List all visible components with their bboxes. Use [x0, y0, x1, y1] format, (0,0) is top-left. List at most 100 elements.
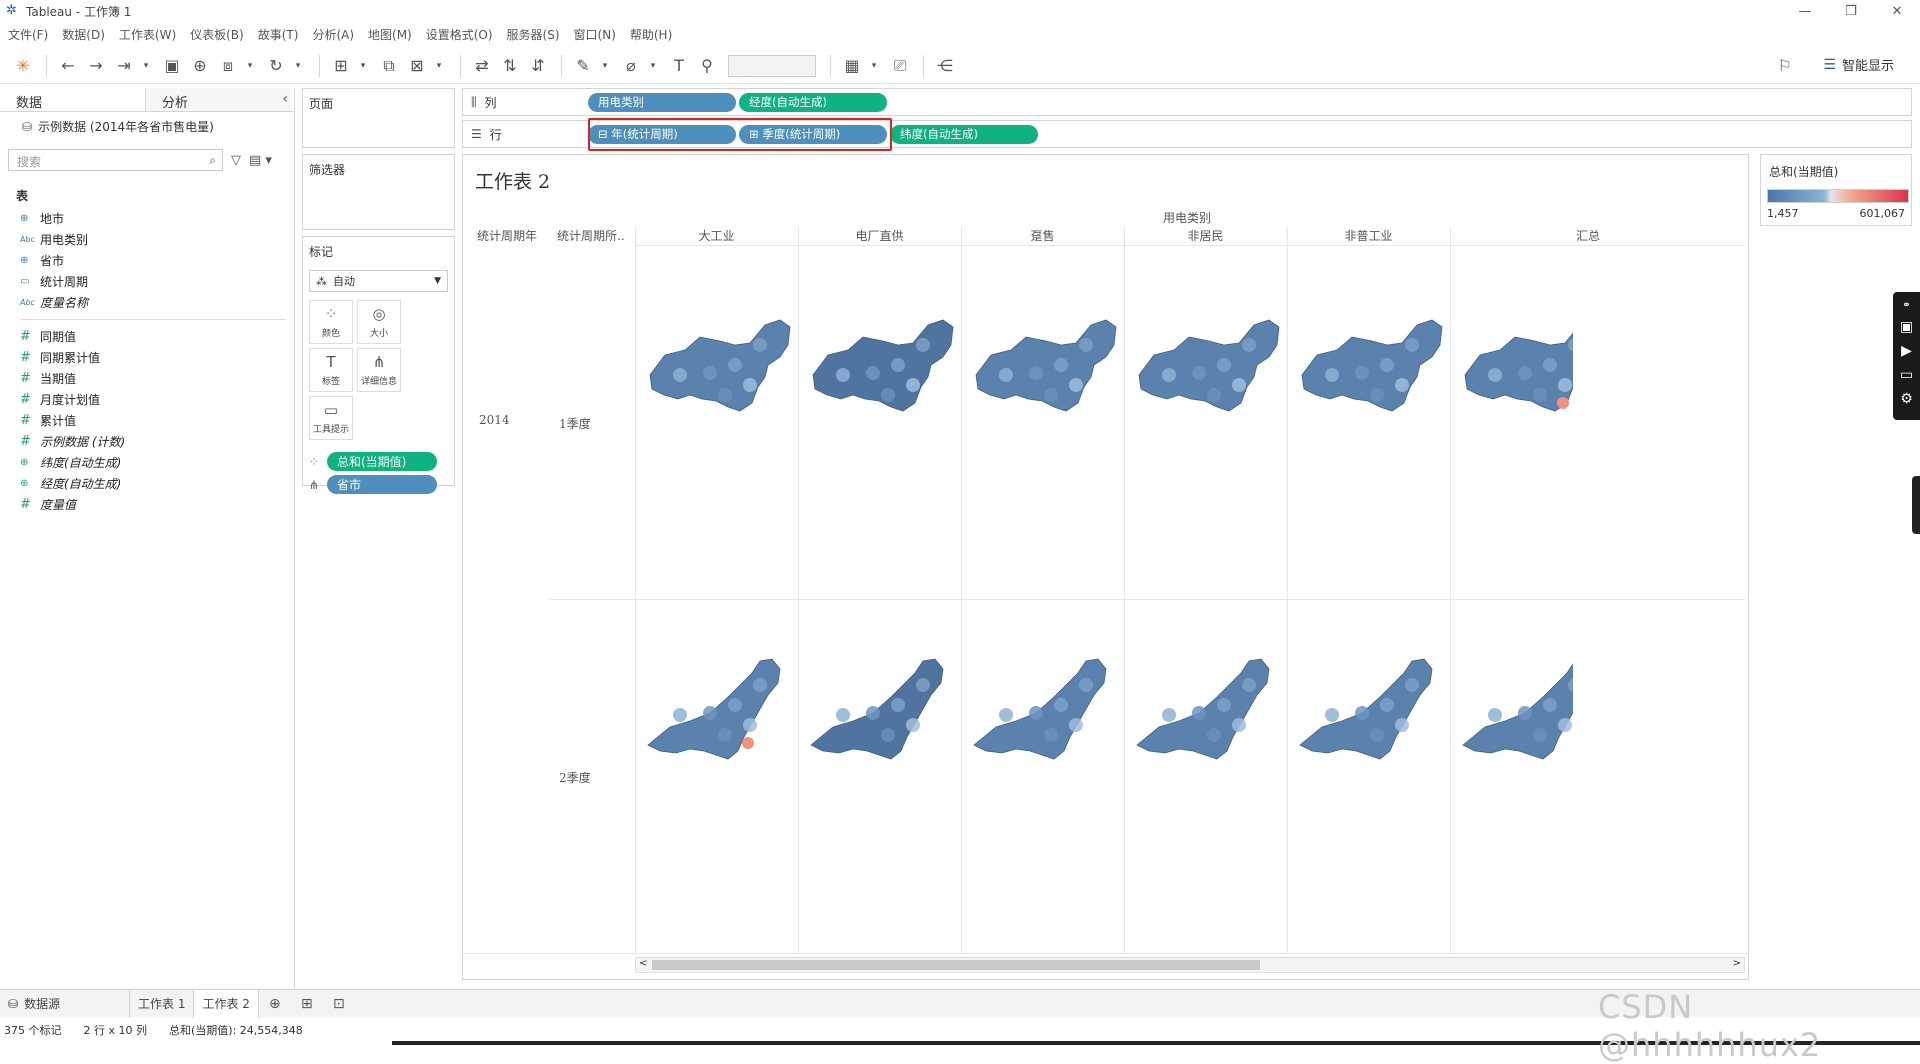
smart-show-button[interactable]: ☰ 智能显示: [1823, 55, 1894, 75]
tab-sheet-1[interactable]: 工作表 1: [130, 989, 195, 1018]
duplicate-sheet-icon[interactable]: ⧉: [376, 53, 402, 79]
datasource-item[interactable]: ⛁ 示例数据 (2014年各省市售电量): [0, 112, 294, 141]
mark-button-label[interactable]: T 标签: [309, 348, 353, 392]
fit-select[interactable]: [728, 54, 816, 77]
highlight-icon[interactable]: ✎: [570, 53, 596, 79]
field-item[interactable]: ⊕ 纬度(自动生成): [0, 452, 294, 473]
datasource-dropdown-icon[interactable]: ▾: [243, 53, 257, 79]
menu-item-3[interactable]: 仪表板(B): [190, 26, 244, 43]
column-header[interactable]: 非普工业: [1269, 227, 1469, 244]
map-cell[interactable]: [1292, 315, 1452, 438]
menu-item-2[interactable]: 工作表(W): [119, 26, 176, 43]
refresh-dropdown-icon[interactable]: ▾: [291, 53, 305, 79]
map-cell[interactable]: [640, 655, 800, 778]
field-item[interactable]: # 当期值: [0, 368, 294, 389]
field-item[interactable]: Abc 用电类别: [0, 229, 294, 250]
shelf-pill[interactable]: 纬度(自动生成): [890, 124, 1038, 144]
menu-item-6[interactable]: 地图(M): [368, 26, 412, 43]
show-hide-cards-icon[interactable]: ▦: [839, 53, 865, 79]
collapse-pane-icon[interactable]: ‹: [282, 91, 288, 107]
new-story-icon[interactable]: ⊡: [323, 996, 355, 1012]
filter-icon[interactable]: ▽: [231, 153, 241, 168]
pause-updates-icon[interactable]: ⧈: [215, 53, 241, 79]
color-legend[interactable]: 总和(当期值) 1,457 601,067: [1760, 154, 1912, 226]
map-cell[interactable]: [1455, 315, 1573, 438]
field-item[interactable]: # 同期值: [0, 326, 294, 347]
map-cell[interactable]: [803, 315, 963, 438]
mark-button-detail[interactable]: ⋔ 详细信息: [357, 348, 401, 392]
row-header-year[interactable]: 统计周期年: [477, 227, 537, 244]
menu-item-9[interactable]: 窗口(N): [574, 26, 616, 43]
map-cell[interactable]: [1129, 315, 1289, 438]
share-icon[interactable]: ⋲: [932, 53, 958, 79]
columns-shelf[interactable]: ⫼ 列 用电类别 经度(自动生成): [462, 88, 1912, 116]
tab-sheet-2[interactable]: 工作表 2: [194, 989, 259, 1018]
tab-datasource[interactable]: ⛁ 数据源: [0, 989, 130, 1018]
scroll-right-icon[interactable]: >: [1733, 958, 1741, 969]
scroll-left-icon[interactable]: <: [639, 958, 647, 969]
group-icon[interactable]: ⌀: [618, 53, 644, 79]
pages-card[interactable]: 页面: [302, 88, 455, 148]
cards-dropdown-icon[interactable]: ▾: [867, 53, 881, 79]
menu-item-1[interactable]: 数据(D): [62, 26, 105, 43]
field-item[interactable]: # 度量值: [0, 494, 294, 515]
show-labels-icon[interactable]: T: [666, 53, 692, 79]
clear-sheet-icon[interactable]: ⊠: [404, 53, 430, 79]
group-dropdown-icon[interactable]: ▾: [646, 53, 660, 79]
mark-button-tooltip[interactable]: ▭ 工具提示: [309, 396, 353, 440]
field-item[interactable]: ⊕ 经度(自动生成): [0, 473, 294, 494]
field-item[interactable]: ⊕ 地市: [0, 208, 294, 229]
undo-icon[interactable]: ←: [55, 53, 81, 79]
menu-item-0[interactable]: 文件(F): [8, 26, 48, 43]
shelf-pill[interactable]: 用电类别: [588, 92, 736, 112]
filters-card[interactable]: 筛选器: [302, 154, 455, 230]
sort-descending-icon[interactable]: ⇵: [525, 53, 551, 79]
map-cell[interactable]: [966, 655, 1126, 778]
mark-button-size[interactable]: ◎ 大小: [357, 300, 401, 344]
camera-icon[interactable]: ▣: [1900, 319, 1913, 335]
map-cell[interactable]: [966, 315, 1126, 438]
save-icon[interactable]: ▣: [159, 53, 185, 79]
horizontal-scrollbar[interactable]: < >: [635, 957, 1745, 973]
mark-pill[interactable]: 总和(当期值): [327, 452, 437, 471]
view-options-icon[interactable]: ▤ ▾: [249, 153, 272, 168]
search-input[interactable]: 搜索 ⌕: [8, 149, 223, 171]
menu-item-8[interactable]: 服务器(S): [507, 26, 560, 43]
minimize-button[interactable]: —: [1782, 0, 1828, 22]
new-worksheet-dropdown-icon[interactable]: ▾: [356, 53, 370, 79]
swap-rows-columns-icon[interactable]: ⇄: [469, 53, 495, 79]
new-worksheet-icon[interactable]: ⊕: [259, 996, 291, 1012]
field-item[interactable]: # 月度计划值: [0, 389, 294, 410]
column-header[interactable]: 汇总: [1520, 227, 1600, 244]
sort-ascending-icon[interactable]: ⇅: [497, 53, 523, 79]
field-item[interactable]: # 示例数据 (计数): [0, 431, 294, 452]
field-item[interactable]: # 累计值: [0, 410, 294, 431]
new-dashboard-icon[interactable]: ⊞: [291, 996, 323, 1012]
scrollbar-thumb[interactable]: [652, 960, 1260, 970]
map-cell[interactable]: [1455, 655, 1573, 778]
refresh-icon[interactable]: ↻: [263, 53, 289, 79]
fix-axes-icon[interactable]: ⚲: [694, 53, 720, 79]
mark-type-select[interactable]: ⁂ 自动 ▼: [309, 270, 448, 292]
clear-dropdown-icon[interactable]: ▾: [432, 53, 446, 79]
mark-button-color[interactable]: ⁘ 颜色: [309, 300, 353, 344]
video-icon[interactable]: ▶: [1901, 343, 1912, 359]
field-item[interactable]: Abc 度量名称: [0, 292, 294, 313]
redo-icon[interactable]: →: [83, 53, 109, 79]
pin-icon[interactable]: ⚐: [1778, 56, 1792, 75]
link-icon[interactable]: ⚭: [1902, 300, 1910, 311]
restore-button[interactable]: ❐: [1828, 0, 1874, 22]
tab-analysis[interactable]: 分析: [145, 88, 290, 111]
new-datasource-icon[interactable]: ⊕: [187, 53, 213, 79]
menu-item-5[interactable]: 分析(A): [312, 26, 354, 43]
menu-item-10[interactable]: 帮助(H): [630, 26, 672, 43]
map-cell[interactable]: [1292, 655, 1452, 778]
mark-pill[interactable]: 省市: [327, 475, 437, 494]
menu-item-7[interactable]: 设置格式(O): [426, 26, 493, 43]
map-cell[interactable]: [640, 315, 800, 438]
replay-dropdown-icon[interactable]: ▾: [139, 53, 153, 79]
settings-icon[interactable]: ⚙: [1900, 391, 1913, 407]
map-cell[interactable]: [1129, 655, 1289, 778]
field-item[interactable]: ▭ 统计周期: [0, 271, 294, 292]
side-handle[interactable]: [1912, 476, 1920, 534]
